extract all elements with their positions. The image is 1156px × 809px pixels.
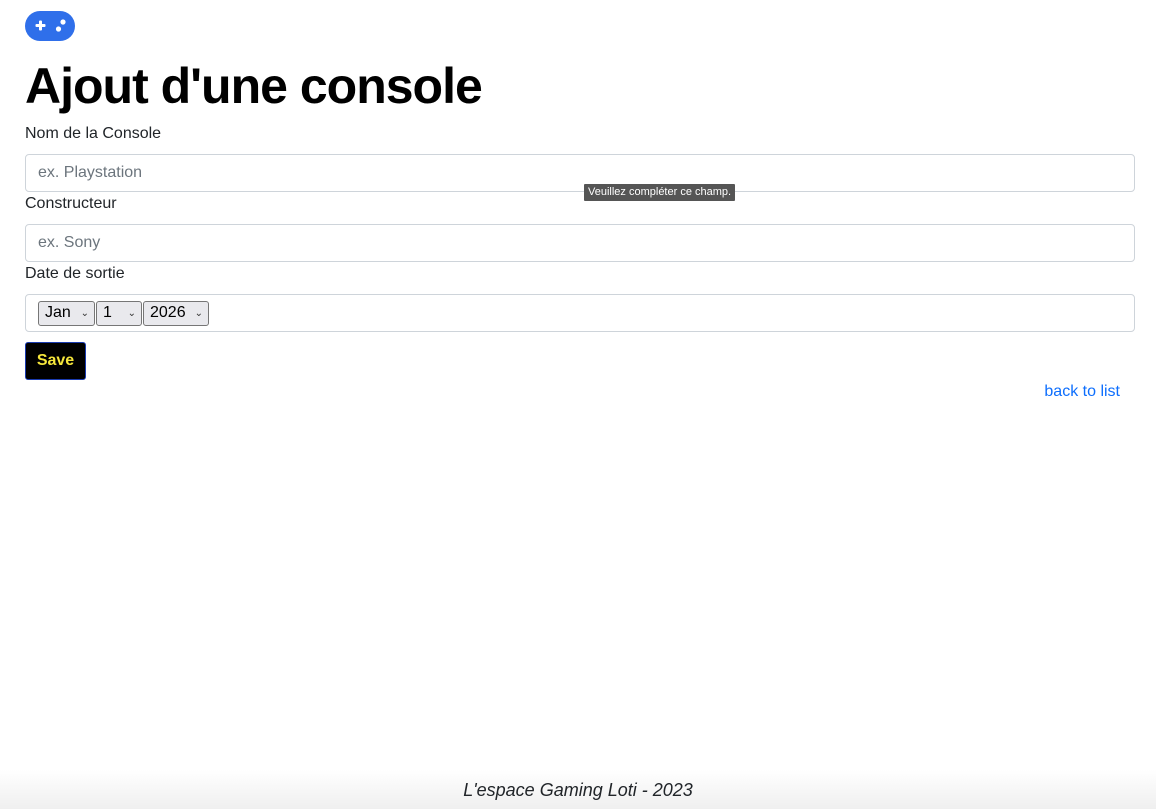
validation-tooltip: Veuillez compléter ce champ. [584,184,736,201]
save-button[interactable]: Save [25,342,86,380]
chevron-down-icon: ⌄ [127,307,136,319]
console-name-input[interactable] [25,154,1135,192]
console-name-label: Nom de la Console [25,125,162,142]
release-date-field: Jan ⌄ 1 ⌄ 2026 ⌄ [25,294,1135,332]
footer-text: L'espace Gaming Loti - 2023 [463,780,693,800]
year-select-value: 2026 [150,304,186,321]
month-select-value: Jan [45,304,71,321]
constructor-label: Constructeur [25,195,117,212]
month-select[interactable]: Jan ⌄ [38,300,95,326]
year-select[interactable]: 2026 ⌄ [143,300,209,326]
gamepad-icon[interactable] [25,11,75,41]
day-select-value: 1 [103,304,112,321]
chevron-down-icon: ⌄ [194,307,203,319]
release-date-label: Date de sortie [25,265,125,282]
chevron-down-icon: ⌄ [80,307,89,319]
back-to-list-link[interactable]: back to list [1044,382,1120,402]
footer: L'espace Gaming Loti - 2023 [0,770,1156,809]
page: Ajout d'une console Nom de la Console Co… [0,0,1156,809]
page-title: Ajout d'une console [25,58,483,114]
constructor-input[interactable] [25,224,1135,262]
day-select[interactable]: 1 ⌄ [96,300,142,326]
